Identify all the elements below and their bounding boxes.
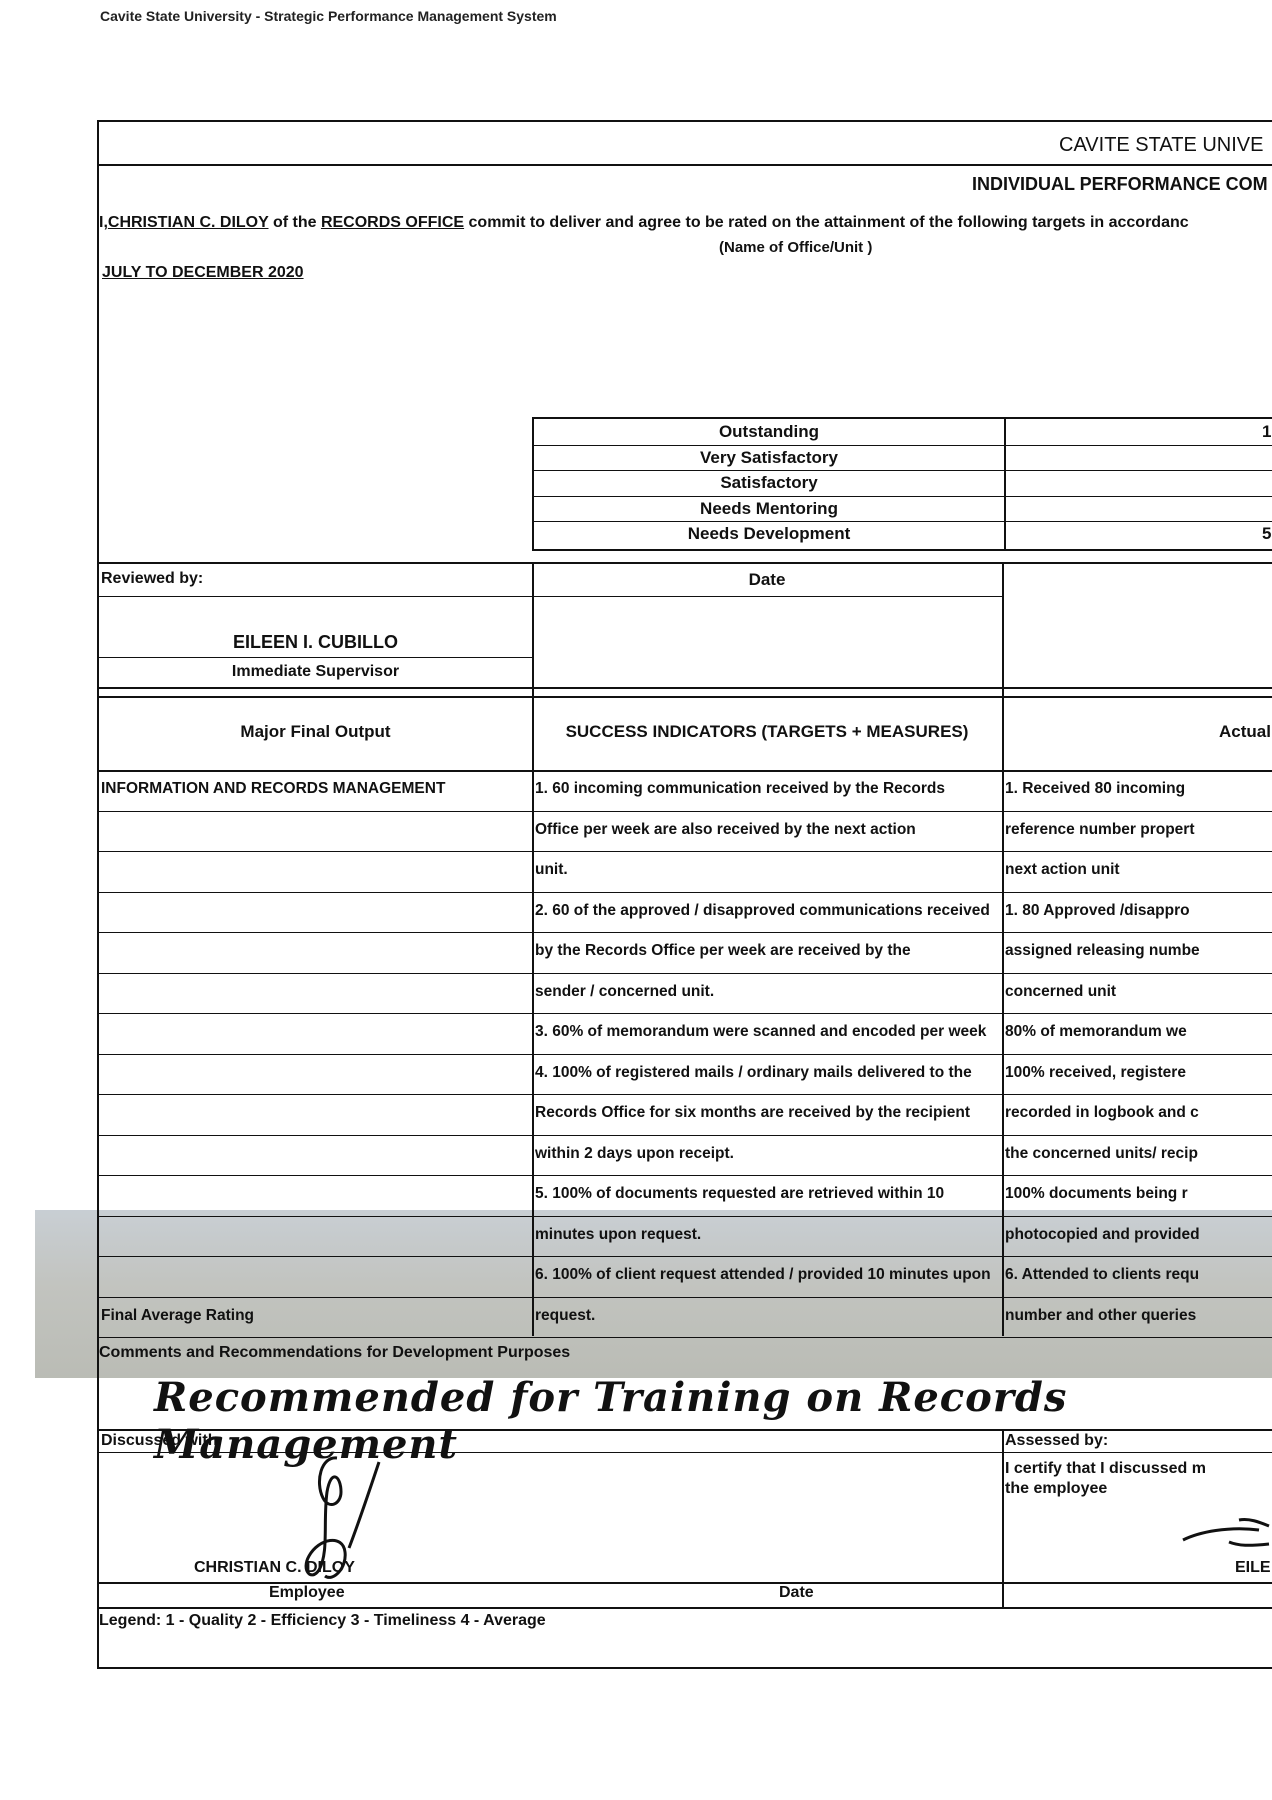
row-divider	[99, 1296, 1272, 1298]
row-divider	[99, 891, 1272, 893]
row-actual-cell: 1. 80 Approved /disappro	[1005, 901, 1190, 919]
rating-value: 1	[1262, 422, 1272, 441]
employee-name-signature: CHRISTIAN C. DILOY	[194, 1559, 355, 1576]
row-success-cell: 5. 100% of documents requested are retri…	[535, 1185, 945, 1202]
row-divider	[99, 810, 1272, 812]
row-actual-cell: number and other queries	[1005, 1306, 1197, 1324]
row-divider	[99, 972, 1272, 974]
row-success-cell: 4. 100% of registered mails / ordinary m…	[535, 1063, 972, 1081]
office-caption: (Name of Office/Unit )	[719, 239, 873, 256]
row-actual-cell: assigned releasing numbe	[1005, 942, 1200, 959]
rating-value: 5	[1262, 524, 1272, 543]
employee-name: CHRISTIAN C. DILOY	[107, 214, 269, 231]
column-header-actual: Actual	[1219, 722, 1271, 741]
row-actual-cell: 6. Attended to clients requ	[1005, 1266, 1200, 1283]
row-success-cell: 1. 60 incoming communication received by…	[535, 780, 946, 797]
row-actual-cell: 80% of memorandum we	[1005, 1023, 1187, 1040]
row-actual-cell: reference number propert	[1005, 820, 1195, 838]
discussed-with-label: Discussed with	[101, 1432, 218, 1449]
row-divider	[99, 1013, 1272, 1014]
rating-label: Needs Development	[687, 524, 851, 543]
rating-period: JULY TO DECEMBER 2020	[102, 264, 304, 281]
column-header-success: SUCCESS INDICATORS (TARGETS + MEASURES)	[565, 722, 969, 741]
legend: Legend: 1 - Quality 2 - Efficiency 3 - T…	[99, 1612, 546, 1629]
rating-scale-table: Outstanding Very Satisfactory Satisfacto…	[532, 417, 1272, 551]
ipcr-form: CAVITE STATE UNIVE INDIVIDUAL PERFORMANC…	[97, 120, 1272, 1669]
row-success-cell: Records Office for six months are receiv…	[535, 1104, 971, 1121]
commitment-prefix: I,	[99, 214, 108, 231]
rating-label: Outstanding	[718, 422, 820, 441]
certify-text-2: the employee	[1005, 1480, 1108, 1497]
row-mfo-cell: Final Average Rating	[101, 1306, 255, 1324]
assessor-name: EILE	[1235, 1559, 1271, 1576]
row-actual-cell: 100% received, registere	[1005, 1063, 1186, 1081]
rating-label: Needs Mentoring	[700, 499, 838, 518]
row-success-cell: Office per week are also received by the…	[535, 820, 916, 838]
row-divider	[99, 932, 1272, 933]
comments-label: Comments and Recommendations for Develop…	[99, 1344, 571, 1361]
row-divider	[99, 1053, 1272, 1055]
row-actual-cell: photocopied and provided	[1005, 1225, 1200, 1243]
reviewed-by-label: Reviewed by:	[101, 570, 204, 587]
assessed-by-label: Assessed by:	[1005, 1432, 1109, 1449]
row-divider	[99, 851, 1272, 852]
certify-text-1: I certify that I discussed m	[1005, 1460, 1206, 1477]
commitment-line: I,CHRISTIAN C. DILOY of the RECORDS OFFI…	[99, 214, 1189, 232]
row-success-cell: 6. 100% of client request attended / pro…	[535, 1266, 991, 1283]
rating-label: Very Satisfactory	[700, 448, 838, 467]
employee-role: Employee	[269, 1584, 345, 1601]
row-success-cell: unit.	[535, 861, 568, 878]
row-success-cell: within 2 days upon receipt.	[535, 1144, 734, 1162]
row-divider	[99, 1175, 1272, 1176]
row-divider	[99, 1215, 1272, 1217]
rating-label: Satisfactory	[720, 473, 818, 492]
bottom-date-label: Date	[779, 1584, 814, 1601]
row-actual-cell: recorded in logbook and c	[1005, 1104, 1199, 1121]
row-actual-cell: 100% documents being r	[1005, 1185, 1188, 1202]
row-actual-cell: the concerned units/ recip	[1005, 1144, 1198, 1162]
row-success-cell: by the Records Office per week are recei…	[535, 942, 911, 959]
assessor-signature	[1182, 1518, 1270, 1547]
row-success-cell: sender / concerned unit.	[535, 982, 715, 1000]
date-label: Date	[748, 570, 786, 589]
row-divider	[99, 1094, 1272, 1095]
commitment-statement: commit to deliver and agree to be rated …	[468, 214, 1189, 231]
column-header-mfo: Major Final Output	[240, 722, 391, 741]
row-mfo-cell: INFORMATION AND RECORDS MANAGEMENT	[101, 780, 446, 797]
reviewer-role: Immediate Supervisor	[231, 663, 400, 680]
reviewer-name: EILEEN I. CUBILLO	[232, 632, 398, 652]
of-the: of the	[272, 214, 317, 231]
row-divider	[99, 1256, 1272, 1257]
row-success-cell: minutes upon request.	[535, 1225, 702, 1243]
office-name: RECORDS OFFICE	[320, 214, 465, 231]
row-success-cell: 3. 60% of memorandum were scanned and en…	[535, 1023, 987, 1040]
row-success-cell: 2. 60 of the approved / disapproved comm…	[535, 901, 990, 919]
row-actual-cell: 1. Received 80 incoming	[1005, 780, 1186, 797]
row-actual-cell: next action unit	[1005, 861, 1120, 878]
row-divider	[99, 1337, 1272, 1338]
row-divider	[99, 1134, 1272, 1136]
row-success-cell: request.	[535, 1306, 596, 1324]
divider	[99, 164, 1272, 166]
form-title: INDIVIDUAL PERFORMANCE COM	[972, 174, 1268, 194]
page-header: Cavite State University - Strategic Perf…	[100, 8, 557, 24]
row-actual-cell: concerned unit	[1005, 982, 1117, 1000]
university-title: CAVITE STATE UNIVE	[1059, 134, 1264, 156]
